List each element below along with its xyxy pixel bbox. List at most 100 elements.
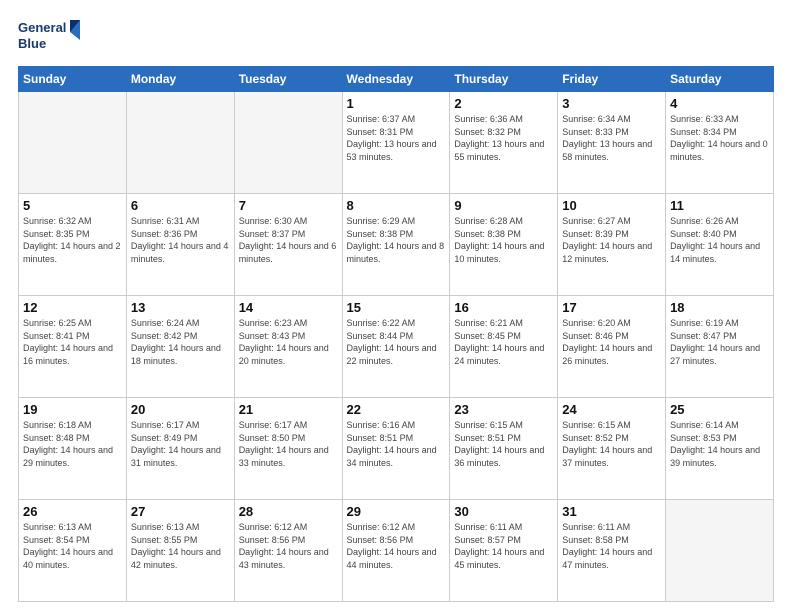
day-number: 22 bbox=[347, 402, 446, 417]
day-info: Sunrise: 6:34 AM Sunset: 8:33 PM Dayligh… bbox=[562, 113, 661, 163]
day-info: Sunrise: 6:12 AM Sunset: 8:56 PM Dayligh… bbox=[347, 521, 446, 571]
logo: General Blue bbox=[18, 18, 88, 56]
day-number: 17 bbox=[562, 300, 661, 315]
day-number: 1 bbox=[347, 96, 446, 111]
calendar-week: 1 Sunrise: 6:37 AM Sunset: 8:31 PM Daylig… bbox=[19, 92, 774, 194]
calendar-week: 19 Sunrise: 6:18 AM Sunset: 8:48 PM Dayli… bbox=[19, 398, 774, 500]
page: General Blue SundayMondayTuesdayWednesda… bbox=[0, 0, 792, 612]
logo-svg: General Blue bbox=[18, 18, 88, 56]
weekday-header: Monday bbox=[126, 67, 234, 92]
calendar-cell: 4 Sunrise: 6:33 AM Sunset: 8:34 PM Daylig… bbox=[666, 92, 774, 194]
day-info: Sunrise: 6:11 AM Sunset: 8:57 PM Dayligh… bbox=[454, 521, 553, 571]
day-info: Sunrise: 6:36 AM Sunset: 8:32 PM Dayligh… bbox=[454, 113, 553, 163]
calendar-cell: 13 Sunrise: 6:24 AM Sunset: 8:42 PM Dayli… bbox=[126, 296, 234, 398]
day-info: Sunrise: 6:15 AM Sunset: 8:52 PM Dayligh… bbox=[562, 419, 661, 469]
day-info: Sunrise: 6:22 AM Sunset: 8:44 PM Dayligh… bbox=[347, 317, 446, 367]
calendar-week: 26 Sunrise: 6:13 AM Sunset: 8:54 PM Dayli… bbox=[19, 500, 774, 602]
svg-text:General: General bbox=[18, 20, 66, 35]
day-number: 11 bbox=[670, 198, 769, 213]
day-info: Sunrise: 6:37 AM Sunset: 8:31 PM Dayligh… bbox=[347, 113, 446, 163]
day-info: Sunrise: 6:19 AM Sunset: 8:47 PM Dayligh… bbox=[670, 317, 769, 367]
day-info: Sunrise: 6:24 AM Sunset: 8:42 PM Dayligh… bbox=[131, 317, 230, 367]
day-number: 18 bbox=[670, 300, 769, 315]
calendar-cell: 30 Sunrise: 6:11 AM Sunset: 8:57 PM Dayli… bbox=[450, 500, 558, 602]
weekday-header: Sunday bbox=[19, 67, 127, 92]
calendar-cell: 25 Sunrise: 6:14 AM Sunset: 8:53 PM Dayli… bbox=[666, 398, 774, 500]
calendar-cell: 8Sunrise: 6:29 AM Sunset: 8:38 PM Daylig… bbox=[342, 194, 450, 296]
calendar-cell: 6Sunrise: 6:31 AM Sunset: 8:36 PM Daylig… bbox=[126, 194, 234, 296]
calendar-week: 5 Sunrise: 6:32 AM Sunset: 8:35 PM Daylig… bbox=[19, 194, 774, 296]
day-info: Sunrise: 6:31 AM Sunset: 8:36 PM Dayligh… bbox=[131, 215, 230, 265]
day-number: 12 bbox=[23, 300, 122, 315]
day-number: 31 bbox=[562, 504, 661, 519]
calendar-cell: 16 Sunrise: 6:21 AM Sunset: 8:45 PM Dayli… bbox=[450, 296, 558, 398]
calendar-body: 1 Sunrise: 6:37 AM Sunset: 8:31 PM Daylig… bbox=[19, 92, 774, 602]
day-number: 8 bbox=[347, 198, 446, 213]
calendar-cell: 21 Sunrise: 6:17 AM Sunset: 8:50 PM Dayli… bbox=[234, 398, 342, 500]
calendar-cell bbox=[126, 92, 234, 194]
day-number: 10 bbox=[562, 198, 661, 213]
day-number: 3 bbox=[562, 96, 661, 111]
day-number: 23 bbox=[454, 402, 553, 417]
day-number: 25 bbox=[670, 402, 769, 417]
day-info: Sunrise: 6:12 AM Sunset: 8:56 PM Dayligh… bbox=[239, 521, 338, 571]
weekday-header: Wednesday bbox=[342, 67, 450, 92]
day-info: Sunrise: 6:30 AM Sunset: 8:37 PM Dayligh… bbox=[239, 215, 338, 265]
day-info: Sunrise: 6:26 AM Sunset: 8:40 PM Dayligh… bbox=[670, 215, 769, 265]
day-number: 26 bbox=[23, 504, 122, 519]
day-info: Sunrise: 6:14 AM Sunset: 8:53 PM Dayligh… bbox=[670, 419, 769, 469]
day-number: 28 bbox=[239, 504, 338, 519]
calendar: SundayMondayTuesdayWednesdayThursdayFrid… bbox=[18, 66, 774, 602]
day-info: Sunrise: 6:28 AM Sunset: 8:38 PM Dayligh… bbox=[454, 215, 553, 265]
day-number: 19 bbox=[23, 402, 122, 417]
day-info: Sunrise: 6:32 AM Sunset: 8:35 PM Dayligh… bbox=[23, 215, 122, 265]
calendar-cell: 3 Sunrise: 6:34 AM Sunset: 8:33 PM Daylig… bbox=[558, 92, 666, 194]
day-info: Sunrise: 6:21 AM Sunset: 8:45 PM Dayligh… bbox=[454, 317, 553, 367]
calendar-cell bbox=[19, 92, 127, 194]
calendar-cell: 19 Sunrise: 6:18 AM Sunset: 8:48 PM Dayli… bbox=[19, 398, 127, 500]
day-info: Sunrise: 6:16 AM Sunset: 8:51 PM Dayligh… bbox=[347, 419, 446, 469]
day-info: Sunrise: 6:17 AM Sunset: 8:50 PM Dayligh… bbox=[239, 419, 338, 469]
day-info: Sunrise: 6:33 AM Sunset: 8:34 PM Dayligh… bbox=[670, 113, 769, 163]
day-number: 15 bbox=[347, 300, 446, 315]
calendar-cell: 29Sunrise: 6:12 AM Sunset: 8:56 PM Dayli… bbox=[342, 500, 450, 602]
calendar-header: SundayMondayTuesdayWednesdayThursdayFrid… bbox=[19, 67, 774, 92]
day-number: 27 bbox=[131, 504, 230, 519]
calendar-cell: 7 Sunrise: 6:30 AM Sunset: 8:37 PM Daylig… bbox=[234, 194, 342, 296]
day-info: Sunrise: 6:18 AM Sunset: 8:48 PM Dayligh… bbox=[23, 419, 122, 469]
day-info: Sunrise: 6:17 AM Sunset: 8:49 PM Dayligh… bbox=[131, 419, 230, 469]
day-number: 2 bbox=[454, 96, 553, 111]
calendar-week: 12 Sunrise: 6:25 AM Sunset: 8:41 PM Dayli… bbox=[19, 296, 774, 398]
calendar-cell: 20 Sunrise: 6:17 AM Sunset: 8:49 PM Dayli… bbox=[126, 398, 234, 500]
day-number: 21 bbox=[239, 402, 338, 417]
calendar-cell: 14 Sunrise: 6:23 AM Sunset: 8:43 PM Dayli… bbox=[234, 296, 342, 398]
day-number: 13 bbox=[131, 300, 230, 315]
calendar-cell: 24Sunrise: 6:15 AM Sunset: 8:52 PM Dayli… bbox=[558, 398, 666, 500]
calendar-cell: 23 Sunrise: 6:15 AM Sunset: 8:51 PM Dayli… bbox=[450, 398, 558, 500]
calendar-cell: 5 Sunrise: 6:32 AM Sunset: 8:35 PM Daylig… bbox=[19, 194, 127, 296]
weekday-header: Thursday bbox=[450, 67, 558, 92]
day-number: 5 bbox=[23, 198, 122, 213]
day-info: Sunrise: 6:13 AM Sunset: 8:54 PM Dayligh… bbox=[23, 521, 122, 571]
day-number: 14 bbox=[239, 300, 338, 315]
calendar-cell: 26 Sunrise: 6:13 AM Sunset: 8:54 PM Dayli… bbox=[19, 500, 127, 602]
calendar-cell: 9 Sunrise: 6:28 AM Sunset: 8:38 PM Daylig… bbox=[450, 194, 558, 296]
day-number: 7 bbox=[239, 198, 338, 213]
day-number: 9 bbox=[454, 198, 553, 213]
day-info: Sunrise: 6:13 AM Sunset: 8:55 PM Dayligh… bbox=[131, 521, 230, 571]
calendar-cell: 10Sunrise: 6:27 AM Sunset: 8:39 PM Dayli… bbox=[558, 194, 666, 296]
day-info: Sunrise: 6:23 AM Sunset: 8:43 PM Dayligh… bbox=[239, 317, 338, 367]
calendar-cell: 12 Sunrise: 6:25 AM Sunset: 8:41 PM Dayli… bbox=[19, 296, 127, 398]
calendar-cell: 1 Sunrise: 6:37 AM Sunset: 8:31 PM Daylig… bbox=[342, 92, 450, 194]
day-number: 16 bbox=[454, 300, 553, 315]
day-number: 20 bbox=[131, 402, 230, 417]
day-info: Sunrise: 6:25 AM Sunset: 8:41 PM Dayligh… bbox=[23, 317, 122, 367]
day-number: 30 bbox=[454, 504, 553, 519]
day-info: Sunrise: 6:20 AM Sunset: 8:46 PM Dayligh… bbox=[562, 317, 661, 367]
calendar-cell: 31 Sunrise: 6:11 AM Sunset: 8:58 PM Dayli… bbox=[558, 500, 666, 602]
calendar-cell: 27 Sunrise: 6:13 AM Sunset: 8:55 PM Dayli… bbox=[126, 500, 234, 602]
day-info: Sunrise: 6:15 AM Sunset: 8:51 PM Dayligh… bbox=[454, 419, 553, 469]
day-number: 4 bbox=[670, 96, 769, 111]
weekday-row: SundayMondayTuesdayWednesdayThursdayFrid… bbox=[19, 67, 774, 92]
day-info: Sunrise: 6:11 AM Sunset: 8:58 PM Dayligh… bbox=[562, 521, 661, 571]
